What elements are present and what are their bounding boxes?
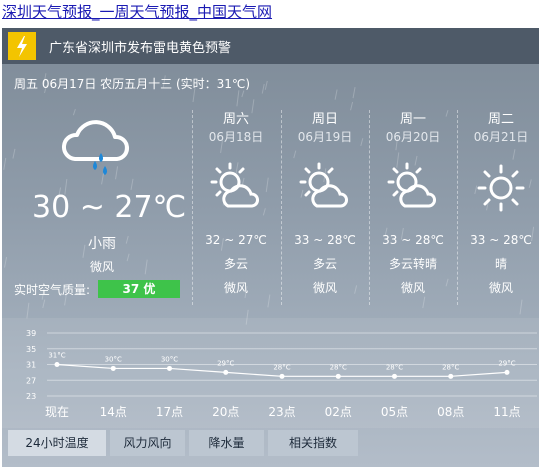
temperature-point-label: 28°C (330, 363, 347, 371)
alert-text[interactable]: 广东省深圳市发布雷电黄色预警 (49, 37, 231, 56)
today-weather: 小雨 (88, 236, 116, 252)
sun-cloud-icon (369, 148, 457, 228)
alert-bar[interactable]: 广东省深圳市发布雷电黄色预警 (2, 28, 539, 64)
day-date: 06月20日 (385, 130, 441, 144)
temperature-point (279, 373, 285, 379)
rain-streak (352, 87, 356, 99)
today-header: 周五 06月17日 农历五月十三 (实时：31℃) (14, 77, 251, 91)
forecast-day[interactable]: 周日 06月19日 33 ~ 28℃ 多云 微风 (281, 108, 369, 300)
temperature-point (110, 365, 116, 371)
day-name: 周一 (399, 112, 426, 127)
day-date: 06月21日 (473, 130, 529, 144)
rain-streak (519, 299, 523, 315)
lightning-warning-icon (8, 32, 36, 60)
today-temperature: 30 ~ 27℃ (32, 190, 187, 225)
x-tick-label: 20点 (212, 405, 239, 419)
day-date: 06月19日 (297, 130, 353, 144)
forecast-day[interactable]: 周一 06月20日 33 ~ 28℃ 多云转晴 微风 (369, 108, 457, 300)
y-tick-label: 39 (26, 329, 36, 338)
day-temperature: 32 ~ 27℃ (205, 233, 267, 247)
temperature-point-label: 30°C (105, 355, 122, 363)
x-tick-label: 02点 (325, 405, 352, 419)
rain-streak (42, 299, 46, 309)
temperature-point-label: 28°C (386, 363, 403, 371)
temperature-point-label: 28°C (273, 363, 290, 371)
day-name: 周日 (311, 112, 338, 127)
x-tick-label: 23点 (268, 405, 295, 419)
sun-cloud-icon (281, 148, 369, 228)
air-quality-label: 实时空气质量: (14, 283, 91, 297)
weather-panel: 广东省深圳市发布雷电黄色预警 周五 06月17日 农历五月十三 (实时：31℃)… (2, 28, 539, 467)
day-weather: 晴 (494, 257, 507, 271)
day-temperature: 33 ~ 28℃ (382, 233, 444, 247)
tab-wind[interactable]: 风力风向 (110, 430, 185, 456)
temperature-point (504, 369, 510, 375)
air-quality-badge[interactable]: 37 优 (98, 280, 180, 298)
rain-streak (3, 157, 7, 170)
y-tick-label: 35 (26, 345, 36, 354)
temperature-point (167, 365, 172, 371)
day-weather: 多云 (223, 257, 248, 271)
temperature-point (392, 373, 397, 379)
day-wind: 微风 (488, 281, 513, 295)
temperature-point (54, 362, 60, 367)
temperature-point (448, 373, 454, 379)
day-weather: 多云 (312, 257, 337, 271)
temperature-point (223, 369, 229, 375)
temperature-point-label: 31°C (48, 352, 65, 360)
day-temperature: 33 ~ 28℃ (294, 233, 356, 247)
day-name: 周六 (222, 112, 249, 127)
x-tick-label: 05点 (381, 405, 408, 419)
rain-streak (4, 256, 8, 268)
day-name: 周二 (487, 112, 514, 127)
rain-streak (26, 302, 30, 319)
cloud-rain-icon (57, 111, 137, 185)
day-wind: 微风 (312, 281, 337, 295)
y-tick-label: 23 (26, 392, 36, 401)
page-title[interactable]: 深圳天气预报_一周天气预报_中国天气网 (2, 1, 272, 22)
x-tick-label: 17点 (156, 405, 183, 419)
temperature-point-label: 29°C (217, 359, 234, 367)
today-wind: 微风 (89, 260, 114, 274)
day-wind: 微风 (400, 281, 425, 295)
x-tick-label: 08点 (437, 405, 464, 419)
temperature-point-label: 28°C (442, 363, 459, 371)
rain-streak (261, 83, 265, 94)
tab-related-index[interactable]: 相关指数 (268, 430, 358, 456)
rain-streak (334, 89, 338, 100)
day-date: 06月18日 (208, 130, 264, 144)
day-temperature: 33 ~ 28℃ (470, 233, 532, 247)
temperature-chart: 39 35 31 27 23 31°C 现在 30°C 14点 30°C 17点 29°C 20点 28°… (2, 318, 539, 428)
day-wind: 微风 (223, 281, 248, 295)
sun-cloud-icon (192, 148, 280, 228)
temperature-point-label: 30°C (161, 355, 178, 363)
rain-streak (264, 80, 268, 90)
x-tick-label: 11点 (493, 405, 520, 419)
temperature-point (335, 373, 341, 379)
y-tick-label: 31 (26, 361, 36, 370)
rain-streak (12, 148, 16, 159)
tab-24h-temperature[interactable]: 24小时温度 (8, 430, 106, 456)
x-tick-label: 14点 (100, 405, 127, 419)
temperature-point-label: 29°C (498, 359, 515, 367)
forecast-day[interactable]: 周二 06月21日 33 ~ 28℃ 晴 微风 (457, 108, 539, 300)
x-tick-label: 现在 (45, 405, 69, 419)
y-tick-label: 27 (26, 376, 36, 385)
day-weather: 多云转晴 (388, 257, 437, 271)
rain-streak (236, 90, 240, 107)
tab-precipitation[interactable]: 降水量 (189, 430, 264, 456)
forecast-day[interactable]: 周六 06月18日 32 ~ 27℃ 多云 微风 (192, 108, 280, 300)
sun-icon (457, 148, 539, 228)
